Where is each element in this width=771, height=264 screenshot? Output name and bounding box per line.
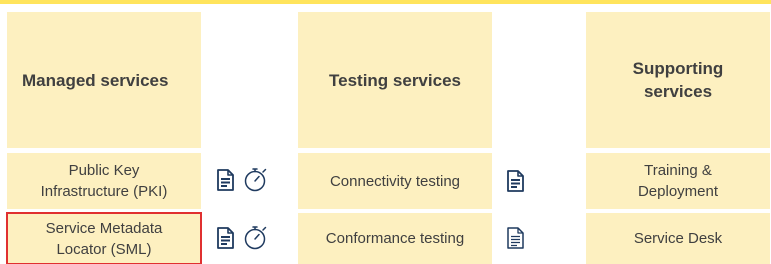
service-sml[interactable]: Service Metadata Locator (SML) — [6, 212, 202, 264]
header-supporting-services: Supporting services — [586, 12, 770, 148]
document-icon[interactable] — [503, 225, 527, 251]
service-label: Public Key Infrastructure (PKI) — [40, 162, 168, 200]
document-icon[interactable] — [213, 167, 237, 193]
header-managed-services: Managed services — [7, 12, 201, 148]
service-label: Service Desk — [633, 230, 723, 247]
header-label: Managed services — [22, 70, 169, 90]
service-label: Conformance testing — [325, 230, 465, 247]
service-connectivity-testing[interactable]: Connectivity testing — [298, 153, 492, 209]
service-label: Training & Deployment — [637, 162, 719, 200]
stopwatch-icon[interactable] — [242, 164, 272, 194]
accent-bar — [0, 0, 771, 4]
service-service-desk[interactable]: Service Desk — [586, 213, 770, 264]
service-label: Connectivity testing — [329, 172, 461, 190]
service-training-deployment[interactable]: Training & Deployment — [586, 153, 770, 209]
service-label: Service Metadata Locator (SML) — [45, 219, 163, 258]
document-icon[interactable] — [213, 225, 237, 251]
header-label: Testing services — [329, 70, 461, 90]
service-conformance-testing[interactable]: Conformance testing — [298, 213, 492, 264]
header-testing-services: Testing services — [298, 12, 492, 148]
document-icon[interactable] — [503, 168, 527, 194]
header-label: Supporting services — [632, 59, 724, 101]
service-pki[interactable]: Public Key Infrastructure (PKI) — [7, 153, 201, 209]
stopwatch-icon[interactable] — [242, 222, 272, 252]
